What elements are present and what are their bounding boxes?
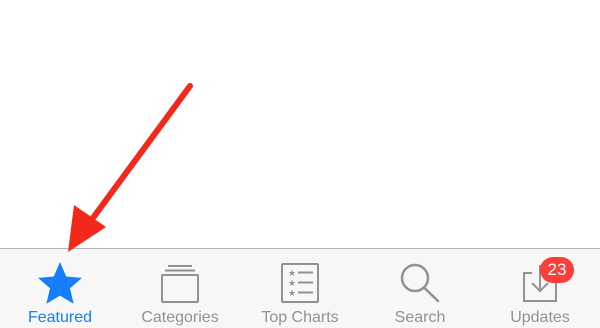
tab-top-charts[interactable]: ★ ★ ★ Top Charts — [240, 249, 360, 328]
app-store-screen: Featured Categories ★ ★ ★ Top Charts Sea… — [0, 0, 600, 328]
tab-label-search: Search — [394, 309, 446, 326]
svg-text:★: ★ — [288, 289, 296, 299]
magnifier-icon — [394, 259, 446, 307]
tab-bar: Featured Categories ★ ★ ★ Top Charts Sea… — [0, 248, 600, 328]
tab-label-featured: Featured — [27, 309, 93, 326]
tab-label-categories: Categories — [141, 309, 219, 326]
tab-categories[interactable]: Categories — [120, 249, 240, 328]
tab-featured[interactable]: Featured — [0, 249, 120, 328]
content-area — [0, 0, 600, 248]
ranked-list-icon: ★ ★ ★ — [274, 259, 326, 307]
svg-text:★: ★ — [288, 269, 296, 279]
svg-text:★: ★ — [288, 279, 296, 289]
tab-updates[interactable]: 23 Updates — [480, 249, 600, 328]
tab-label-top-charts: Top Charts — [261, 309, 339, 326]
tab-label-updates: Updates — [510, 309, 570, 326]
updates-badge: 23 — [540, 257, 574, 283]
stacked-squares-icon — [154, 259, 206, 307]
download-tray-icon: 23 — [514, 257, 574, 307]
star-icon — [34, 259, 86, 307]
tab-search[interactable]: Search — [360, 249, 480, 328]
